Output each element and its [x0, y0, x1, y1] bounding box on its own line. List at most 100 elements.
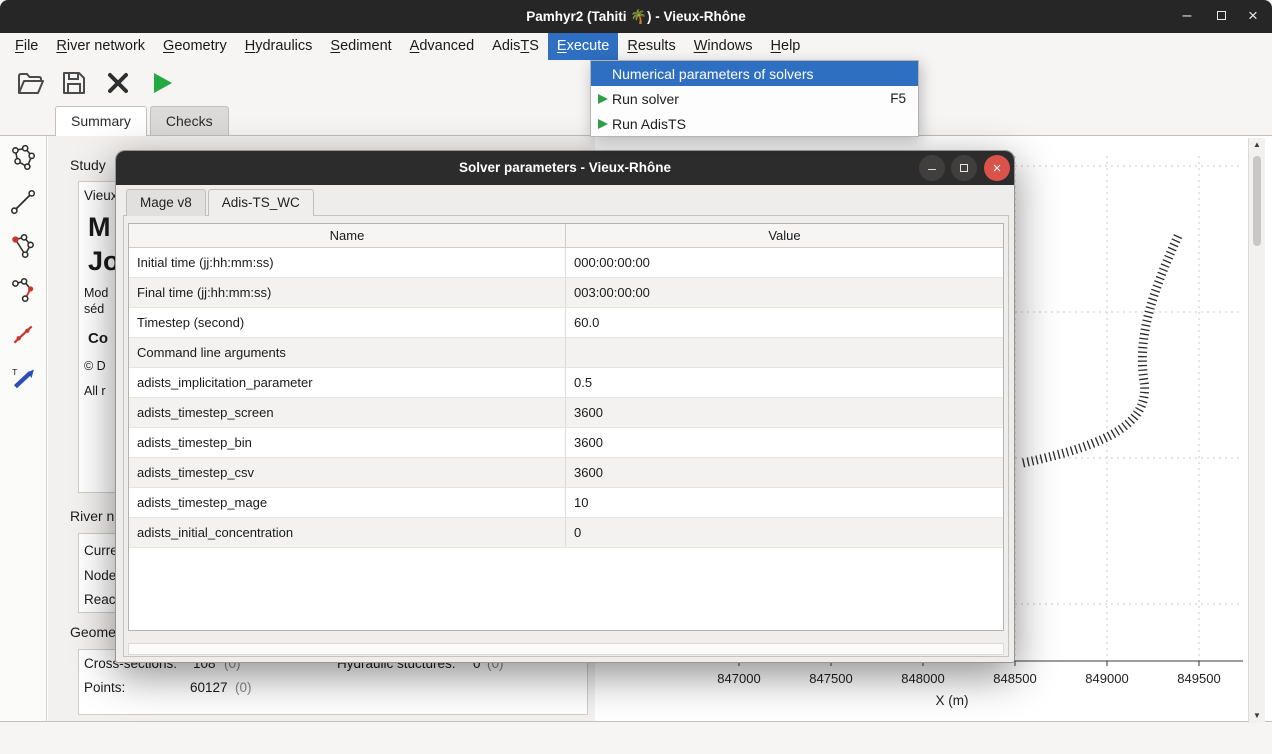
menu-item-numerical-parameters[interactable]: Numerical parameters of solvers — [591, 61, 918, 86]
study-big-fragment-1: M — [88, 212, 111, 243]
dialog-maximize-button[interactable] — [951, 155, 977, 181]
play-icon — [597, 93, 609, 105]
geometry-group-label: Geome — [70, 624, 116, 640]
window-minimize-button[interactable]: – — [1170, 0, 1204, 33]
menu-hydraulics[interactable]: Hydraulics — [236, 33, 322, 60]
table-row[interactable]: Command line arguments — [129, 338, 1003, 368]
edge-select-tool[interactable] — [0, 268, 46, 312]
x-tick-1: 847500 — [796, 671, 866, 686]
tab-mage-v8[interactable]: Mage v8 — [126, 189, 206, 216]
window-titlebar[interactable]: Pamhyr2 (Tahiti 🌴) - Vieux-Rhône – × — [0, 0, 1272, 33]
river-row-nodes: Node — [84, 568, 116, 583]
study-group-label: Study — [70, 157, 106, 173]
tab-adis-ts-wc[interactable]: Adis-TS_WC — [208, 189, 314, 216]
column-header-value[interactable]: Value — [566, 224, 1003, 247]
river-row-reaches: Reac — [84, 592, 116, 607]
play-icon — [150, 71, 174, 95]
table-row[interactable]: adists_implicitation_parameter 0.5 — [129, 368, 1003, 398]
stat-points-label: Points: — [84, 680, 125, 695]
translation-tool[interactable]: T — [0, 356, 46, 400]
stat-points-value: 60127 — [190, 680, 228, 695]
dialog-bottom-strip — [128, 643, 1004, 655]
maximize-icon — [1217, 11, 1226, 20]
node-selected-icon — [10, 233, 36, 259]
maximize-icon — [960, 164, 968, 172]
study-desc-fragment-1: Mod — [84, 286, 108, 300]
side-toolbar: T — [0, 136, 47, 721]
hydrograph-tool[interactable] — [0, 312, 46, 356]
x-tick-2: 848000 — [888, 671, 958, 686]
window-close-button[interactable]: × — [1236, 0, 1270, 33]
river-channel-path — [1023, 236, 1178, 463]
river-network-icon — [10, 145, 36, 171]
vertical-scrollbar[interactable]: ▲ ▼ — [1248, 138, 1265, 723]
document-tabs: Summary Checks — [55, 106, 229, 136]
x-tick-0: 847000 — [704, 671, 774, 686]
study-desc-fragment-2: séd — [84, 302, 104, 316]
menu-adists[interactable]: AdisTS — [483, 33, 548, 60]
menu-file[interactable]: File — [6, 33, 47, 60]
table-row[interactable]: Initial time (jj:hh:mm:ss) 000:00:00:00 — [129, 248, 1003, 278]
close-study-button[interactable] — [100, 65, 136, 101]
table-row[interactable]: Final time (jj:hh:mm:ss) 003:00:00:00 — [129, 278, 1003, 308]
study-rights-fragment: All r — [84, 384, 106, 398]
solver-parameters-dialog: Solver parameters - Vieux-Rhône – × Mage… — [115, 150, 1015, 663]
table-row[interactable]: Timestep (second) 60.0 — [129, 308, 1003, 338]
river-group-label: River n — [70, 508, 114, 524]
table-row[interactable]: adists_timestep_bin 3600 — [129, 428, 1003, 458]
open-button[interactable] — [12, 65, 48, 101]
column-header-name[interactable]: Name — [129, 224, 566, 247]
x-tick-5: 849500 — [1164, 671, 1234, 686]
study-copyright-fragment: © D — [84, 359, 106, 373]
menu-river-network[interactable]: River network — [47, 33, 154, 60]
menu-results[interactable]: Results — [618, 33, 684, 60]
scroll-down-button[interactable]: ▼ — [1249, 709, 1265, 723]
menu-item-run-adists[interactable]: Run AdisTS — [591, 111, 918, 136]
table-row[interactable]: adists_timestep_mage 10 — [129, 488, 1003, 518]
menu-advanced[interactable]: Advanced — [401, 33, 484, 60]
dialog-titlebar[interactable]: Solver parameters - Vieux-Rhône – × — [116, 151, 1014, 185]
x-axis-label: X (m) — [634, 693, 1270, 708]
save-icon — [62, 71, 86, 95]
minimize-icon: – — [1183, 7, 1192, 24]
edge-selected-icon — [10, 277, 36, 303]
table-header: Name Value — [129, 224, 1003, 248]
open-folder-icon — [17, 72, 44, 95]
table-row[interactable]: adists_timestep_csv 3600 — [129, 458, 1003, 488]
menu-windows[interactable]: Windows — [685, 33, 762, 60]
svg-text:T: T — [12, 367, 18, 377]
execute-menu: Numerical parameters of solvers Run solv… — [590, 60, 919, 137]
window-maximize-button[interactable] — [1204, 0, 1238, 33]
dialog-minimize-button[interactable]: – — [919, 155, 945, 181]
menu-help[interactable]: Help — [762, 33, 810, 60]
close-x-icon — [107, 72, 129, 94]
window-title: Pamhyr2 (Tahiti 🌴) - Vieux-Rhône — [0, 0, 1272, 33]
close-icon: × — [1248, 6, 1258, 25]
table-row[interactable]: adists_timestep_screen 3600 — [129, 398, 1003, 428]
scrollbar-thumb[interactable] — [1253, 156, 1261, 246]
play-icon — [597, 118, 609, 130]
minimize-icon: – — [928, 160, 936, 176]
table-row[interactable]: adists_initial_concentration 0 — [129, 518, 1003, 548]
menubar: File River network Geometry Hydraulics S… — [0, 33, 1272, 60]
stat-points-extra: (0) — [235, 680, 252, 695]
menu-item-run-solver[interactable]: Run solver F5 — [591, 86, 918, 111]
dialog-close-button[interactable]: × — [984, 155, 1010, 181]
dialog-title: Solver parameters - Vieux-Rhône — [116, 151, 1014, 185]
tab-summary[interactable]: Summary — [55, 106, 147, 136]
menu-execute[interactable]: Execute — [548, 33, 618, 60]
save-button[interactable] — [56, 65, 92, 101]
river-network-tool[interactable] — [0, 136, 46, 180]
x-tick-3: 848500 — [980, 671, 1050, 686]
menu-sediment[interactable]: Sediment — [321, 33, 400, 60]
tab-checks[interactable]: Checks — [150, 106, 229, 135]
scroll-up-button[interactable]: ▲ — [1249, 138, 1265, 152]
node-select-tool[interactable] — [0, 224, 46, 268]
close-icon: × — [993, 160, 1002, 177]
run-solver-button[interactable] — [144, 65, 180, 101]
translation-icon: T — [10, 365, 36, 391]
hydrograph-icon — [10, 321, 36, 347]
dialog-tabs: Mage v8 Adis-TS_WC — [126, 189, 316, 216]
reach-profile-tool[interactable] — [0, 180, 46, 224]
menu-geometry[interactable]: Geometry — [154, 33, 236, 60]
